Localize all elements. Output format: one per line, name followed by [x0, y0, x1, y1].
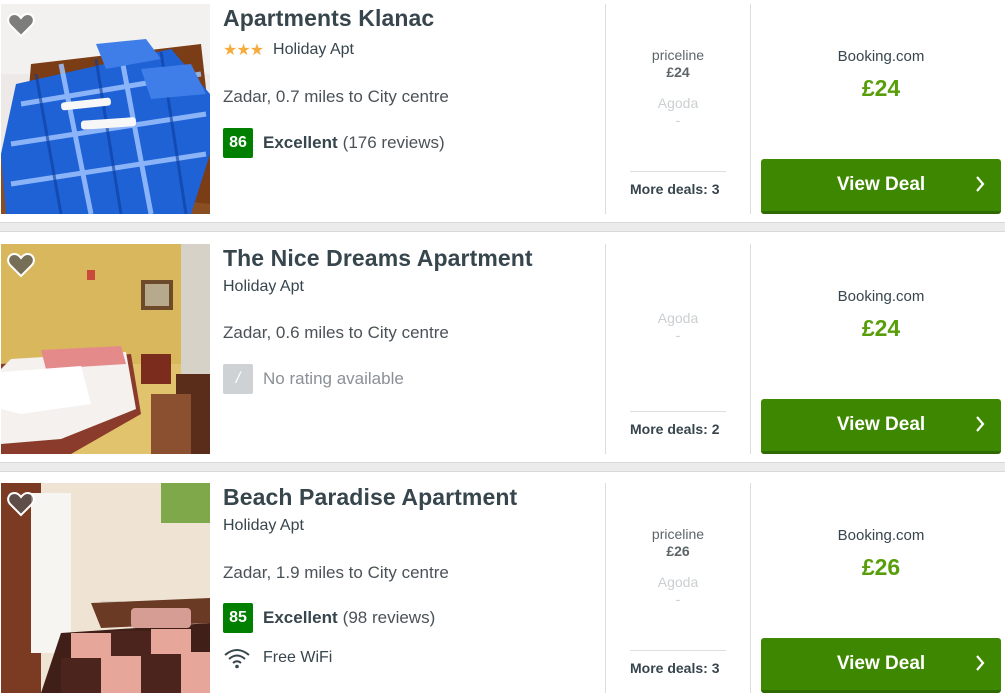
hotel-card: The Nice Dreams Apartment Holiday Apt Za…	[0, 240, 1005, 462]
view-deal-label: View Deal	[836, 174, 926, 195]
chevron-right-icon	[975, 654, 985, 678]
hotel-card: Beach Paradise Apartment Holiday Apt Zad…	[0, 479, 1005, 699]
review-count: (176 reviews)	[342, 133, 445, 152]
hotel-name[interactable]: Apartments Klanac	[223, 5, 434, 32]
hotel-type-line: ★★★ Holiday Apt	[223, 40, 354, 60]
chevron-right-icon	[975, 415, 985, 439]
hotel-type-line: Holiday Apt	[223, 517, 304, 535]
deal-item[interactable]: priceline £26	[606, 526, 750, 560]
deal-price: £26	[666, 543, 690, 559]
hotel-card: Apartments Klanac ★★★ Holiday Apt Zadar,…	[0, 0, 1005, 222]
view-deal-button[interactable]: View Deal	[761, 159, 1001, 214]
deal-price: -	[675, 591, 681, 607]
other-deals: priceline £24 Agoda - More deals: 3	[606, 0, 750, 222]
best-deal: Booking.com £24 View Deal	[751, 240, 1005, 462]
view-deal-label: View Deal	[836, 653, 926, 674]
hotel-name[interactable]: Beach Paradise Apartment	[223, 484, 517, 511]
hotel-type: Holiday Apt	[273, 41, 354, 58]
rating-score-badge: 86	[223, 128, 253, 158]
view-deal-button[interactable]: View Deal	[761, 399, 1001, 454]
hotel-type-line: Holiday Apt	[223, 278, 304, 296]
deal-item[interactable]: Agoda -	[606, 95, 750, 129]
rating-score-badge: 85	[223, 603, 253, 633]
hotel-name[interactable]: The Nice Dreams Apartment	[223, 245, 533, 272]
card-separator	[0, 462, 1005, 472]
more-deals-link[interactable]: More deals: 3	[630, 171, 726, 197]
deal-item[interactable]: Agoda -	[606, 574, 750, 608]
hotel-location: Zadar, 0.6 miles to City centre	[223, 323, 449, 342]
deal-price: -	[675, 112, 681, 128]
view-deal-label: View Deal	[836, 414, 926, 435]
hotel-type: Holiday Apt	[223, 278, 304, 295]
deal-price: -	[675, 327, 681, 343]
best-deal-price[interactable]: £26	[751, 554, 1005, 581]
hotel-location: Zadar, 0.7 miles to City centre	[223, 87, 449, 106]
rating-word: Excellent	[263, 608, 338, 627]
hotel-info: The Nice Dreams Apartment Holiday Apt Za…	[223, 240, 603, 462]
deal-provider: priceline	[651, 526, 705, 542]
amenity-label: Free WiFi	[263, 649, 333, 666]
review-rating[interactable]: 85 Excellent (98 reviews)	[223, 603, 435, 633]
star-rating: ★★★	[223, 42, 264, 59]
hotel-info: Beach Paradise Apartment Holiday Apt Zad…	[223, 479, 603, 699]
deal-item[interactable]: Agoda -	[606, 310, 750, 344]
review-rating[interactable]: 86 Excellent (176 reviews)	[223, 128, 445, 158]
hotel-photo[interactable]	[1, 244, 210, 454]
other-deals: Agoda - More deals: 2	[606, 240, 750, 462]
no-rating-text: No rating available	[263, 369, 404, 388]
heart-icon[interactable]	[7, 491, 35, 517]
best-deal: Booking.com £24 View Deal	[751, 0, 1005, 222]
deal-provider: Agoda	[657, 95, 699, 111]
heart-icon[interactable]	[7, 12, 35, 38]
best-deal-provider: Booking.com	[837, 48, 925, 65]
best-deal-provider: Booking.com	[837, 288, 925, 305]
wifi-icon	[224, 649, 250, 669]
view-deal-button[interactable]: View Deal	[761, 638, 1001, 693]
card-separator	[0, 222, 1005, 232]
other-deals: priceline £26 Agoda - More deals: 3	[606, 479, 750, 699]
no-rating-badge: /	[223, 364, 253, 394]
best-deal-price[interactable]: £24	[751, 75, 1005, 102]
review-count: (98 reviews)	[342, 608, 436, 627]
chevron-right-icon	[975, 175, 985, 199]
hotel-photo[interactable]	[1, 4, 210, 214]
deal-item[interactable]: priceline £24	[606, 47, 750, 81]
deal-provider: Agoda	[657, 574, 699, 590]
heart-icon[interactable]	[7, 252, 35, 278]
best-deal-provider: Booking.com	[837, 527, 925, 544]
amenity: Free WiFi	[223, 647, 332, 669]
best-deal-price[interactable]: £24	[751, 315, 1005, 342]
hotel-info: Apartments Klanac ★★★ Holiday Apt Zadar,…	[223, 0, 603, 222]
deal-price: £24	[666, 64, 690, 80]
rating-word: Excellent	[263, 133, 338, 152]
review-rating: / No rating available	[223, 364, 404, 394]
hotel-location: Zadar, 1.9 miles to City centre	[223, 563, 449, 582]
deal-provider: Agoda	[657, 310, 699, 326]
hotel-type: Holiday Apt	[223, 517, 304, 534]
more-deals-link[interactable]: More deals: 2	[630, 411, 726, 437]
more-deals-link[interactable]: More deals: 3	[630, 650, 726, 676]
deal-provider: priceline	[651, 47, 705, 63]
best-deal: Booking.com £26 View Deal	[751, 479, 1005, 699]
hotel-photo[interactable]	[1, 483, 210, 693]
